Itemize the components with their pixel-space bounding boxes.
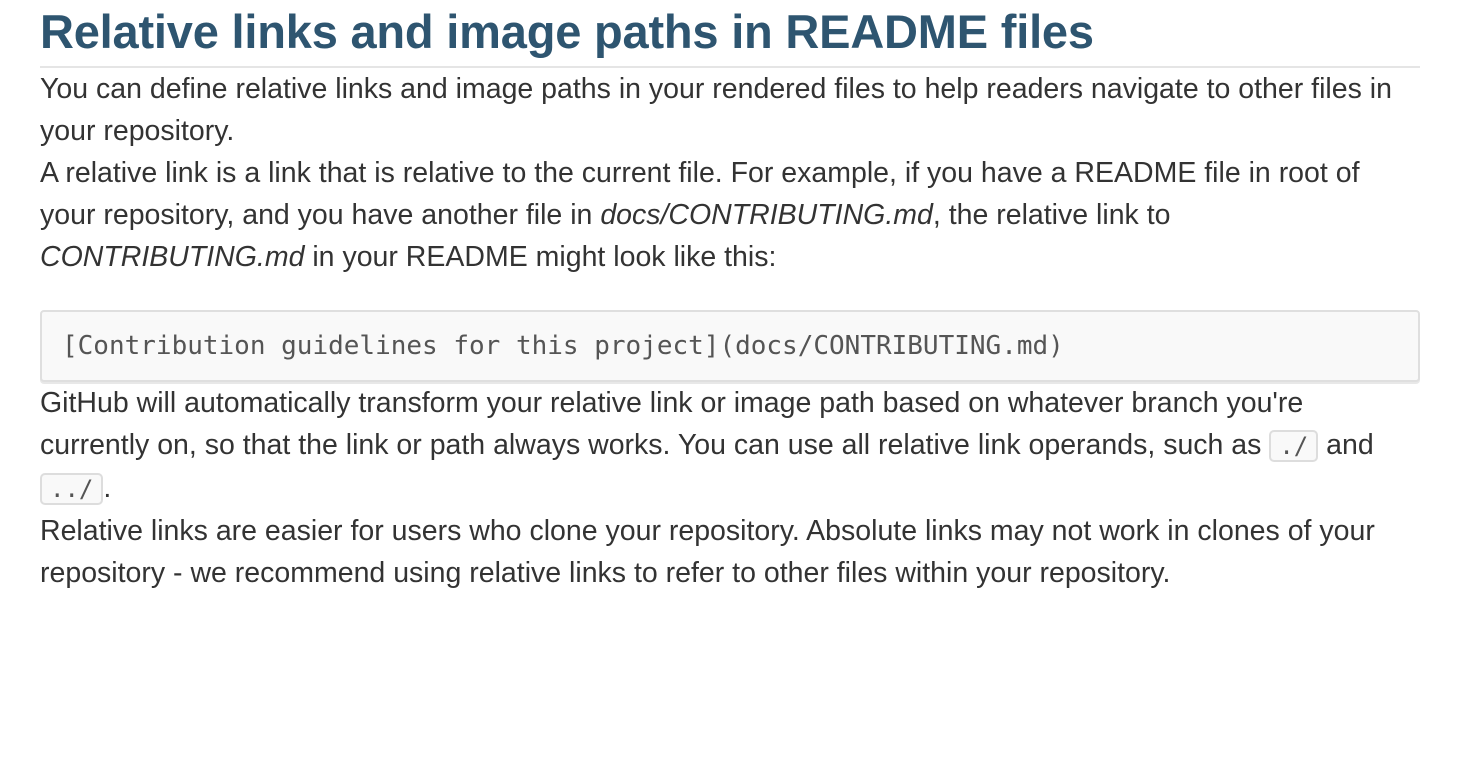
paragraph-text: . (103, 472, 112, 504)
transform-paragraph: GitHub will automatically transform your… (40, 382, 1420, 510)
paragraph-text: GitHub will automatically transform your… (40, 387, 1304, 461)
inline-code-parent-dir: ../ (40, 473, 104, 505)
paragraph-text: and (1318, 429, 1374, 461)
code-example[interactable]: [Contribution guidelines for this projec… (62, 331, 1064, 361)
article-content: Relative links and image paths in README… (40, 0, 1420, 594)
relative-link-paragraph: A relative link is a link that is relati… (40, 152, 1420, 278)
paragraph-text: in your README might look like this: (304, 241, 777, 273)
code-block[interactable]: [Contribution guidelines for this projec… (40, 310, 1420, 382)
paragraph-text: , the relative link to (932, 199, 1171, 231)
inline-code-current-dir: ./ (1269, 430, 1319, 462)
clone-paragraph: Relative links are easier for users who … (40, 515, 1375, 589)
page-title: Relative links and image paths in README… (40, 0, 1420, 68)
contributing-file-emphasis: CONTRIBUTING.md (40, 241, 305, 273)
docs-path-emphasis: docs/CONTRIBUTING.md (600, 199, 933, 231)
intro-paragraph: You can define relative links and image … (40, 73, 1392, 147)
